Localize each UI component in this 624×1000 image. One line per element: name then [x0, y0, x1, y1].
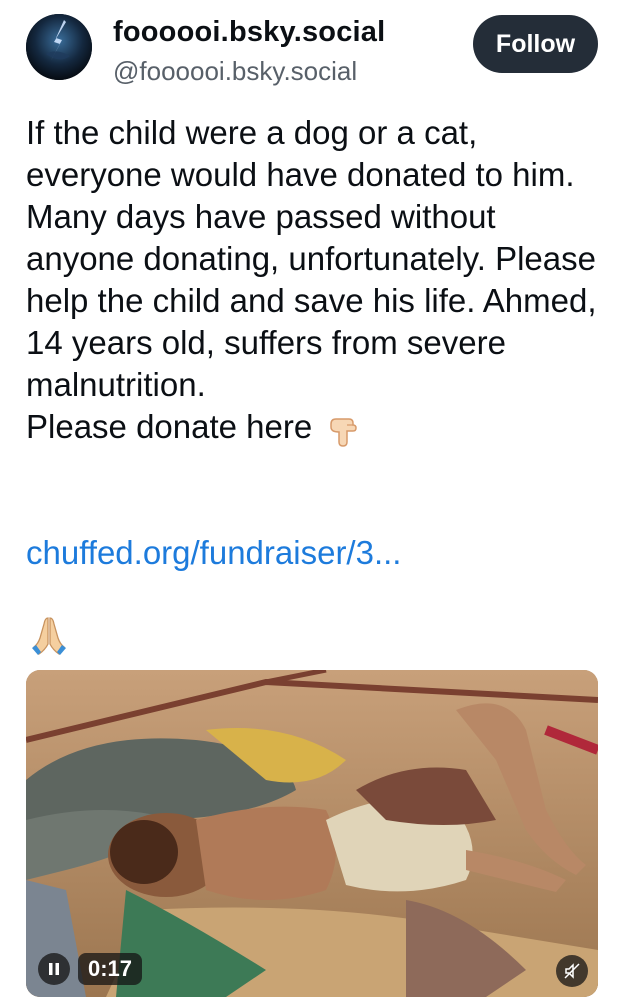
mute-button[interactable]: [556, 955, 588, 987]
folded-hands-icon: [30, 614, 68, 656]
author-handle[interactable]: @foooooi.bsky.social: [113, 56, 357, 87]
follow-button[interactable]: Follow: [473, 15, 598, 73]
muted-speaker-icon: [564, 963, 580, 979]
post-paragraph: Many days have passed without anyone don…: [26, 198, 597, 403]
pause-icon: [49, 963, 59, 975]
post-paragraph: Please donate here: [26, 406, 610, 448]
lightning-storm-avatar-icon: [26, 14, 92, 80]
donate-prompt: Please donate here: [26, 408, 313, 445]
pause-button[interactable]: [38, 953, 70, 985]
pointing-down-hand-icon: [325, 410, 363, 448]
post-paragraph: If the child were a dog or a cat, everyo…: [26, 114, 575, 193]
video-frame: [26, 670, 598, 997]
avatar[interactable]: [26, 14, 92, 80]
author-display-name[interactable]: foooooi.bsky.social: [113, 16, 385, 49]
video-time: 0:17: [78, 953, 143, 985]
video-player[interactable]: [26, 670, 598, 997]
fundraiser-link[interactable]: chuffed.org/fundraiser/3...: [26, 532, 401, 574]
post-text: If the child were a dog or a cat, everyo…: [26, 112, 610, 448]
